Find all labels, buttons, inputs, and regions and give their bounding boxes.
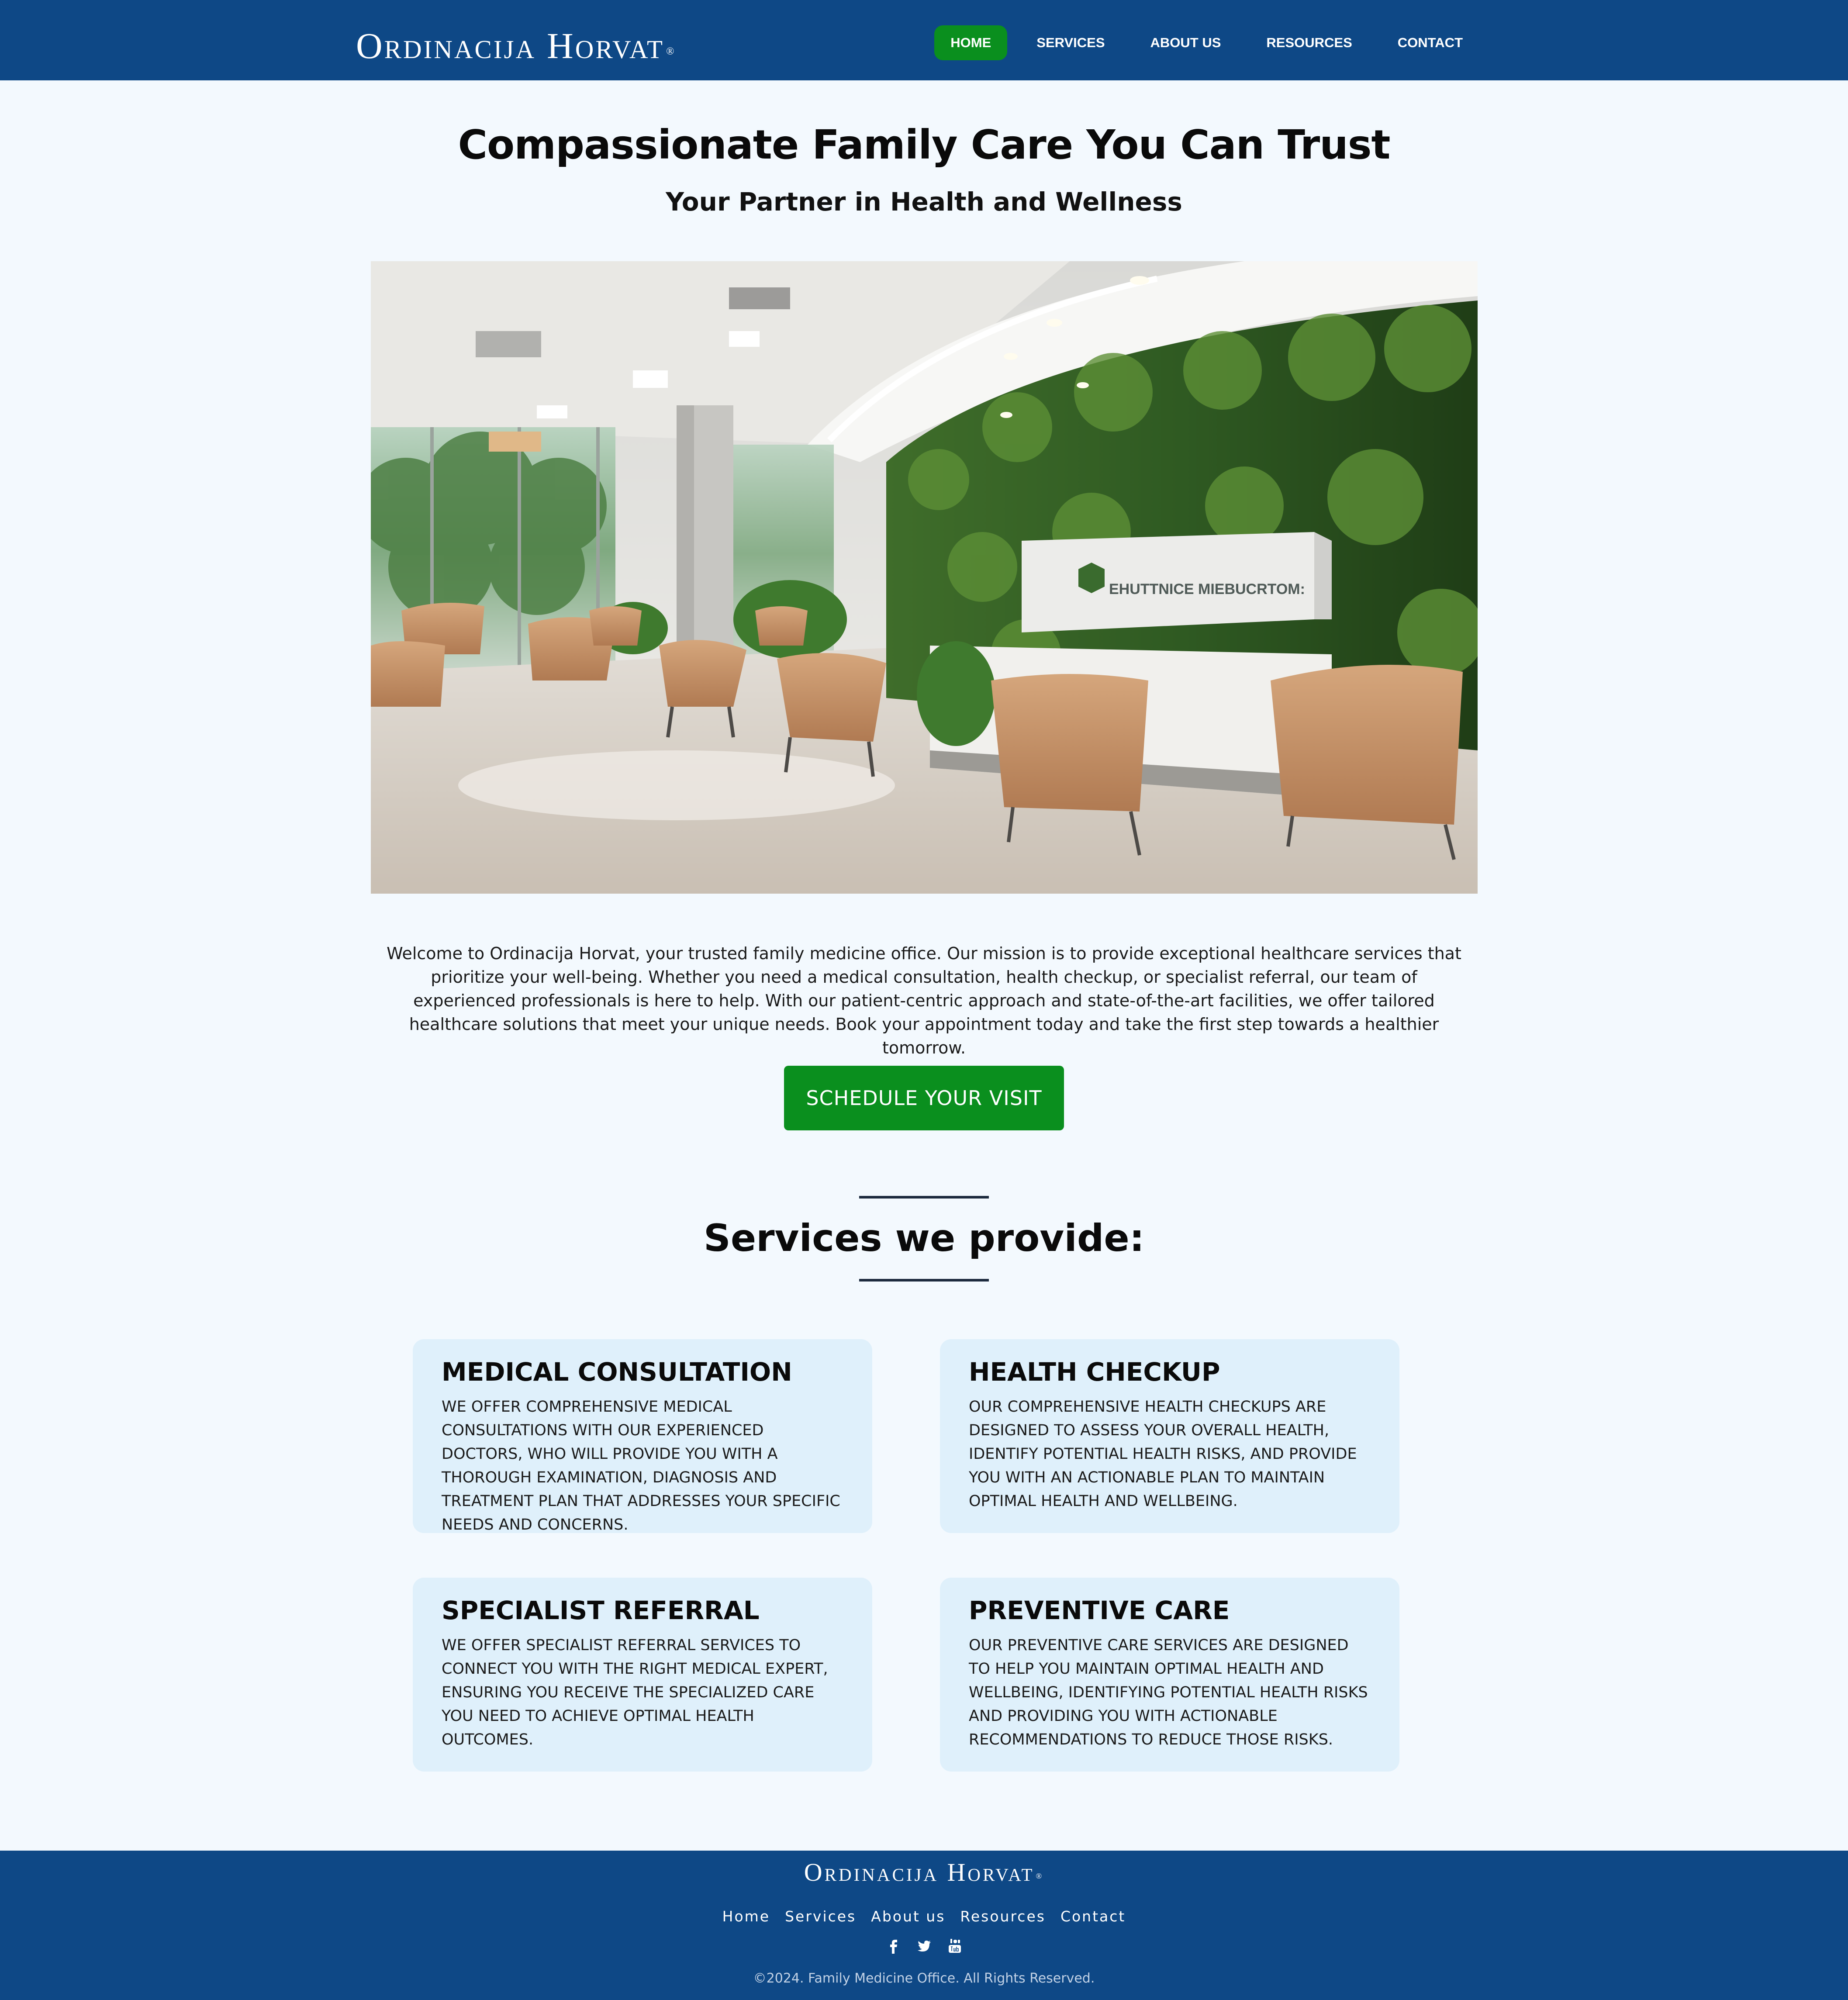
hero-title: Compassionate Family Care You Can Trust	[458, 121, 1391, 168]
footer-link-resources[interactable]: Resources	[960, 1906, 1046, 1927]
service-card-preventive-care: Preventive Care Our preventive care serv…	[940, 1578, 1399, 1772]
service-card-title: Preventive Care	[969, 1596, 1230, 1625]
nav-item-services[interactable]: Services	[1020, 25, 1121, 60]
footer-link-home[interactable]: Home	[722, 1906, 770, 1927]
service-card-specialist-referral: Specialist Referral We offer specialist …	[413, 1578, 872, 1772]
footer-logo[interactable]: Ordinacija Horvat ®	[0, 1855, 1848, 1890]
services-title: Services we provide:	[703, 1216, 1145, 1260]
hero-image-clinic-lobby: EHUTTNICE MIEBUCRTOM:	[371, 261, 1478, 894]
nav-item-home[interactable]: Home	[934, 25, 1008, 60]
footer-registered-mark: ®	[1036, 1872, 1044, 1880]
nav-item-resources[interactable]: Resources	[1250, 25, 1368, 60]
site-logo[interactable]: Ordinacija Horvat ®	[356, 25, 676, 67]
footer-link-contact[interactable]: Contact	[1060, 1906, 1126, 1927]
service-card-medical-consultation: Medical Consultation We offer comprehens…	[413, 1339, 872, 1534]
copyright-text: ©2024. Family Medicine Office. All Right…	[753, 1971, 1095, 1986]
social-links	[0, 1937, 1848, 1955]
registered-mark: ®	[666, 46, 676, 57]
footer-link-about-us[interactable]: About us	[871, 1906, 945, 1927]
service-card-title: Medical Consultation	[442, 1357, 792, 1387]
logo-text: Ordinacija Horvat	[356, 26, 665, 66]
footer-nav: Home Services About us Resources Contact	[0, 1906, 1848, 1927]
facebook-icon[interactable]	[886, 1937, 901, 1955]
nav-item-about-us[interactable]: About Us	[1134, 25, 1237, 60]
site-footer: Ordinacija Horvat ® Home Services About u…	[0, 1851, 1848, 2000]
intro-paragraph: Welcome to Ordinacija Horvat, your trust…	[387, 944, 1461, 1057]
hero-image-sign-text: EHUTTNICE MIEBUCRTOM:	[1109, 581, 1305, 598]
schedule-visit-button[interactable]: Schedule Your Visit	[784, 1066, 1064, 1130]
nav-item-contact[interactable]: Contact	[1382, 25, 1479, 60]
service-card-title: Health Checkup	[969, 1357, 1220, 1387]
services-divider-top	[859, 1196, 989, 1199]
site-header: Ordinacija Horvat ® Home Services About U…	[0, 0, 1848, 80]
main-nav: Home Services About Us Resources Contact	[934, 25, 1479, 60]
service-card-text: We offer comprehensive medical consultat…	[442, 1398, 840, 1534]
youtube-icon[interactable]	[947, 1937, 962, 1955]
service-card-text: We offer specialist referral services to…	[442, 1637, 828, 1748]
hero-subtitle: Your Partner in Health and Wellness	[666, 187, 1182, 217]
services-divider-bottom	[859, 1279, 989, 1282]
twitter-icon[interactable]	[917, 1937, 932, 1955]
footer-logo-text: Ordinacija Horvat	[804, 1858, 1035, 1886]
footer-link-services[interactable]: Services	[785, 1906, 856, 1927]
service-card-title: Specialist Referral	[442, 1596, 760, 1625]
service-card-text: Our preventive care services are designe…	[969, 1637, 1368, 1748]
service-card-text: Our comprehensive health checkups are de…	[969, 1398, 1357, 1510]
service-card-health-checkup: Health Checkup Our comprehensive health …	[940, 1339, 1399, 1533]
